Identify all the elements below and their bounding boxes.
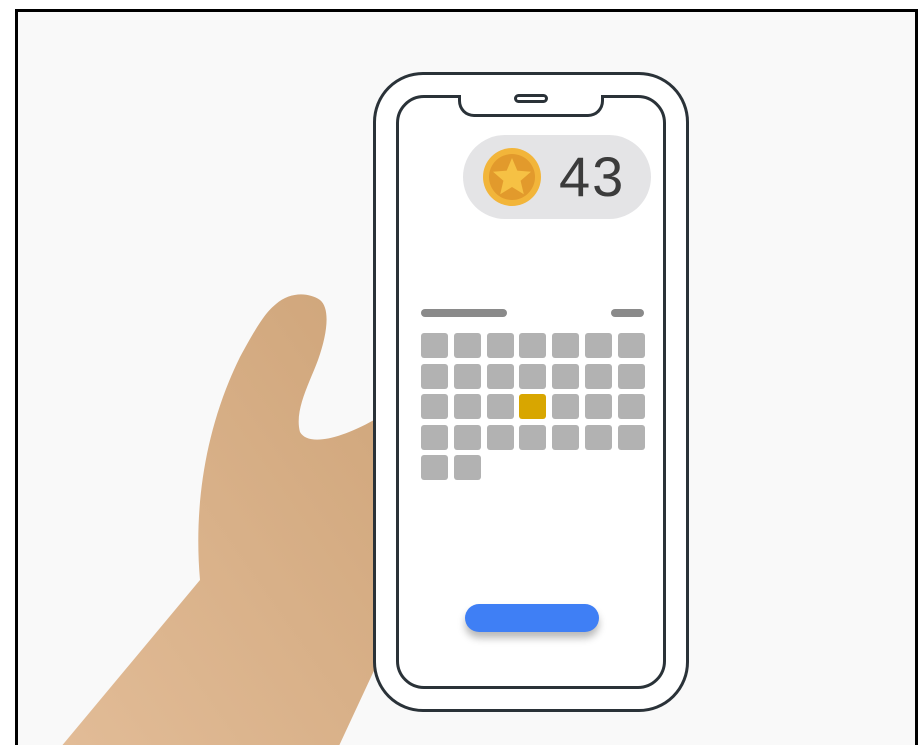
- calendar-day[interactable]: [453, 394, 481, 419]
- calendar-day[interactable]: [486, 424, 514, 450]
- calendar-day[interactable]: [486, 333, 514, 358]
- calendar-day[interactable]: [552, 363, 580, 389]
- calendar-day[interactable]: [552, 424, 580, 450]
- calendar-day[interactable]: [617, 363, 645, 389]
- calendar-day[interactable]: [585, 333, 612, 358]
- phone-screen: 43: [396, 94, 666, 689]
- calendar-day[interactable]: [585, 424, 612, 450]
- calendar-day[interactable]: [552, 333, 580, 358]
- calendar-day[interactable]: [519, 333, 547, 358]
- calendar-day[interactable]: [421, 455, 448, 480]
- illustration-frame: 43: [15, 9, 918, 745]
- calendar-day[interactable]: [453, 333, 481, 358]
- coin-count: 43: [559, 145, 626, 208]
- calendar-title-placeholder: [421, 309, 507, 317]
- calendar-day[interactable]: [486, 363, 514, 389]
- calendar-nav-placeholder: [611, 309, 644, 317]
- coin-balance-badge: 43: [463, 135, 651, 219]
- calendar-day[interactable]: [421, 394, 448, 419]
- calendar-day[interactable]: [486, 394, 514, 419]
- calendar-day[interactable]: [519, 424, 547, 450]
- hand-shape: [62, 294, 378, 745]
- calendar-day[interactable]: [617, 424, 645, 450]
- calendar-day[interactable]: [519, 363, 547, 389]
- speaker-icon: [514, 94, 548, 103]
- calendar-day[interactable]: [585, 394, 612, 419]
- calendar-day[interactable]: [453, 424, 481, 450]
- calendar-day[interactable]: [585, 363, 612, 389]
- calendar-day[interactable]: [617, 333, 645, 358]
- calendar-day-selected[interactable]: [519, 394, 547, 419]
- calendar-day[interactable]: [421, 363, 448, 389]
- phone-device: 43: [373, 72, 689, 712]
- star-coin-icon: [483, 148, 541, 206]
- primary-action-button[interactable]: [465, 604, 599, 632]
- calendar-day[interactable]: [552, 394, 580, 419]
- calendar-day[interactable]: [617, 394, 645, 419]
- phone-notch: [458, 94, 604, 117]
- calendar-day[interactable]: [453, 455, 481, 480]
- calendar-day[interactable]: [421, 424, 448, 450]
- calendar-day[interactable]: [421, 333, 448, 358]
- calendar-day[interactable]: [453, 363, 481, 389]
